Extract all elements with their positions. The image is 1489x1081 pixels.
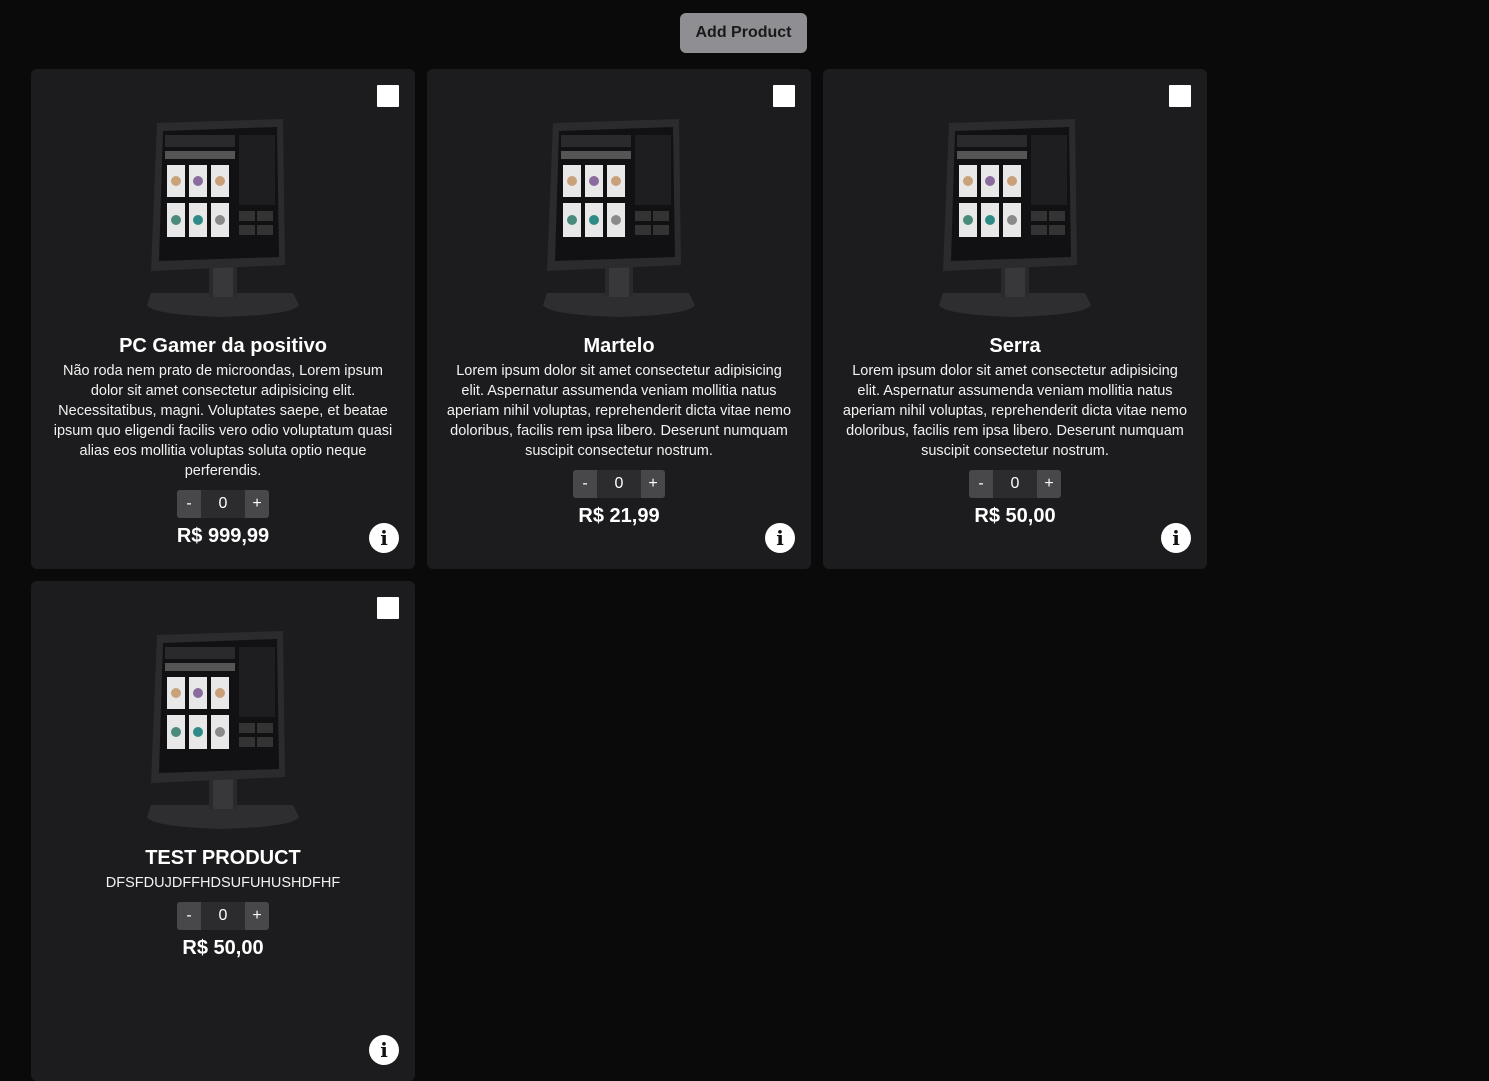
decrement-button[interactable]: -: [177, 902, 201, 930]
product-image: [147, 119, 299, 317]
product-card: Serra Lorem ipsum dolor sit amet consect…: [823, 69, 1207, 569]
select-checkbox[interactable]: [773, 85, 795, 107]
product-image: [543, 119, 695, 317]
card-body: Martelo Lorem ipsum dolor sit amet conse…: [443, 333, 795, 529]
select-checkbox[interactable]: [377, 85, 399, 107]
select-checkbox[interactable]: [377, 597, 399, 619]
product-description: Não roda nem prato de microondas, Lorem …: [53, 363, 393, 479]
quantity-value: 0: [201, 490, 245, 518]
product-image: [147, 631, 299, 829]
card-body: PC Gamer da positivo Não roda nem prato …: [47, 333, 399, 549]
quantity-stepper: - 0 +: [969, 470, 1061, 498]
product-name: Serra: [989, 335, 1041, 357]
select-checkbox[interactable]: [1169, 85, 1191, 107]
increment-button[interactable]: +: [641, 470, 665, 498]
increment-button[interactable]: +: [245, 902, 269, 930]
info-icon[interactable]: i: [369, 1035, 399, 1065]
quantity-value: 0: [993, 470, 1037, 498]
quantity-stepper: - 0 +: [177, 902, 269, 930]
card-body: Serra Lorem ipsum dolor sit amet consect…: [839, 333, 1191, 529]
quantity-stepper: - 0 +: [177, 490, 269, 518]
product-name: Martelo: [583, 335, 655, 357]
quantity-value: 0: [597, 470, 641, 498]
product-card: TEST PRODUCT DFSFDUJDFFHDSUFUHUSHDFHF - …: [31, 581, 415, 1081]
decrement-button[interactable]: -: [573, 470, 597, 498]
product-description: Lorem ipsum dolor sit amet consectetur a…: [446, 363, 792, 459]
product-price: R$ 50,00: [974, 505, 1056, 527]
info-icon[interactable]: i: [765, 523, 795, 553]
product-card: PC Gamer da positivo Não roda nem prato …: [31, 69, 415, 569]
product-price: R$ 21,99: [578, 505, 660, 527]
info-icon[interactable]: i: [1161, 523, 1191, 553]
add-product-button[interactable]: Add Product: [680, 13, 807, 53]
product-image: [939, 119, 1091, 317]
top-toolbar: Add Product: [0, 0, 1489, 66]
increment-button[interactable]: +: [1037, 470, 1061, 498]
product-card: Martelo Lorem ipsum dolor sit amet conse…: [427, 69, 811, 569]
product-name: PC Gamer da positivo: [119, 335, 327, 357]
decrement-button[interactable]: -: [969, 470, 993, 498]
product-price: R$ 999,99: [176, 525, 270, 547]
product-price: R$ 50,00: [182, 937, 264, 959]
decrement-button[interactable]: -: [177, 490, 201, 518]
increment-button[interactable]: +: [245, 490, 269, 518]
quantity-value: 0: [201, 902, 245, 930]
product-description: Lorem ipsum dolor sit amet consectetur a…: [842, 363, 1188, 459]
quantity-stepper: - 0 +: [573, 470, 665, 498]
product-description: DFSFDUJDFFHDSUFUHUSHDFHF: [105, 875, 341, 891]
card-body: TEST PRODUCT DFSFDUJDFFHDSUFUHUSHDFHF - …: [47, 845, 399, 961]
product-name: TEST PRODUCT: [145, 847, 301, 869]
info-icon[interactable]: i: [369, 523, 399, 553]
